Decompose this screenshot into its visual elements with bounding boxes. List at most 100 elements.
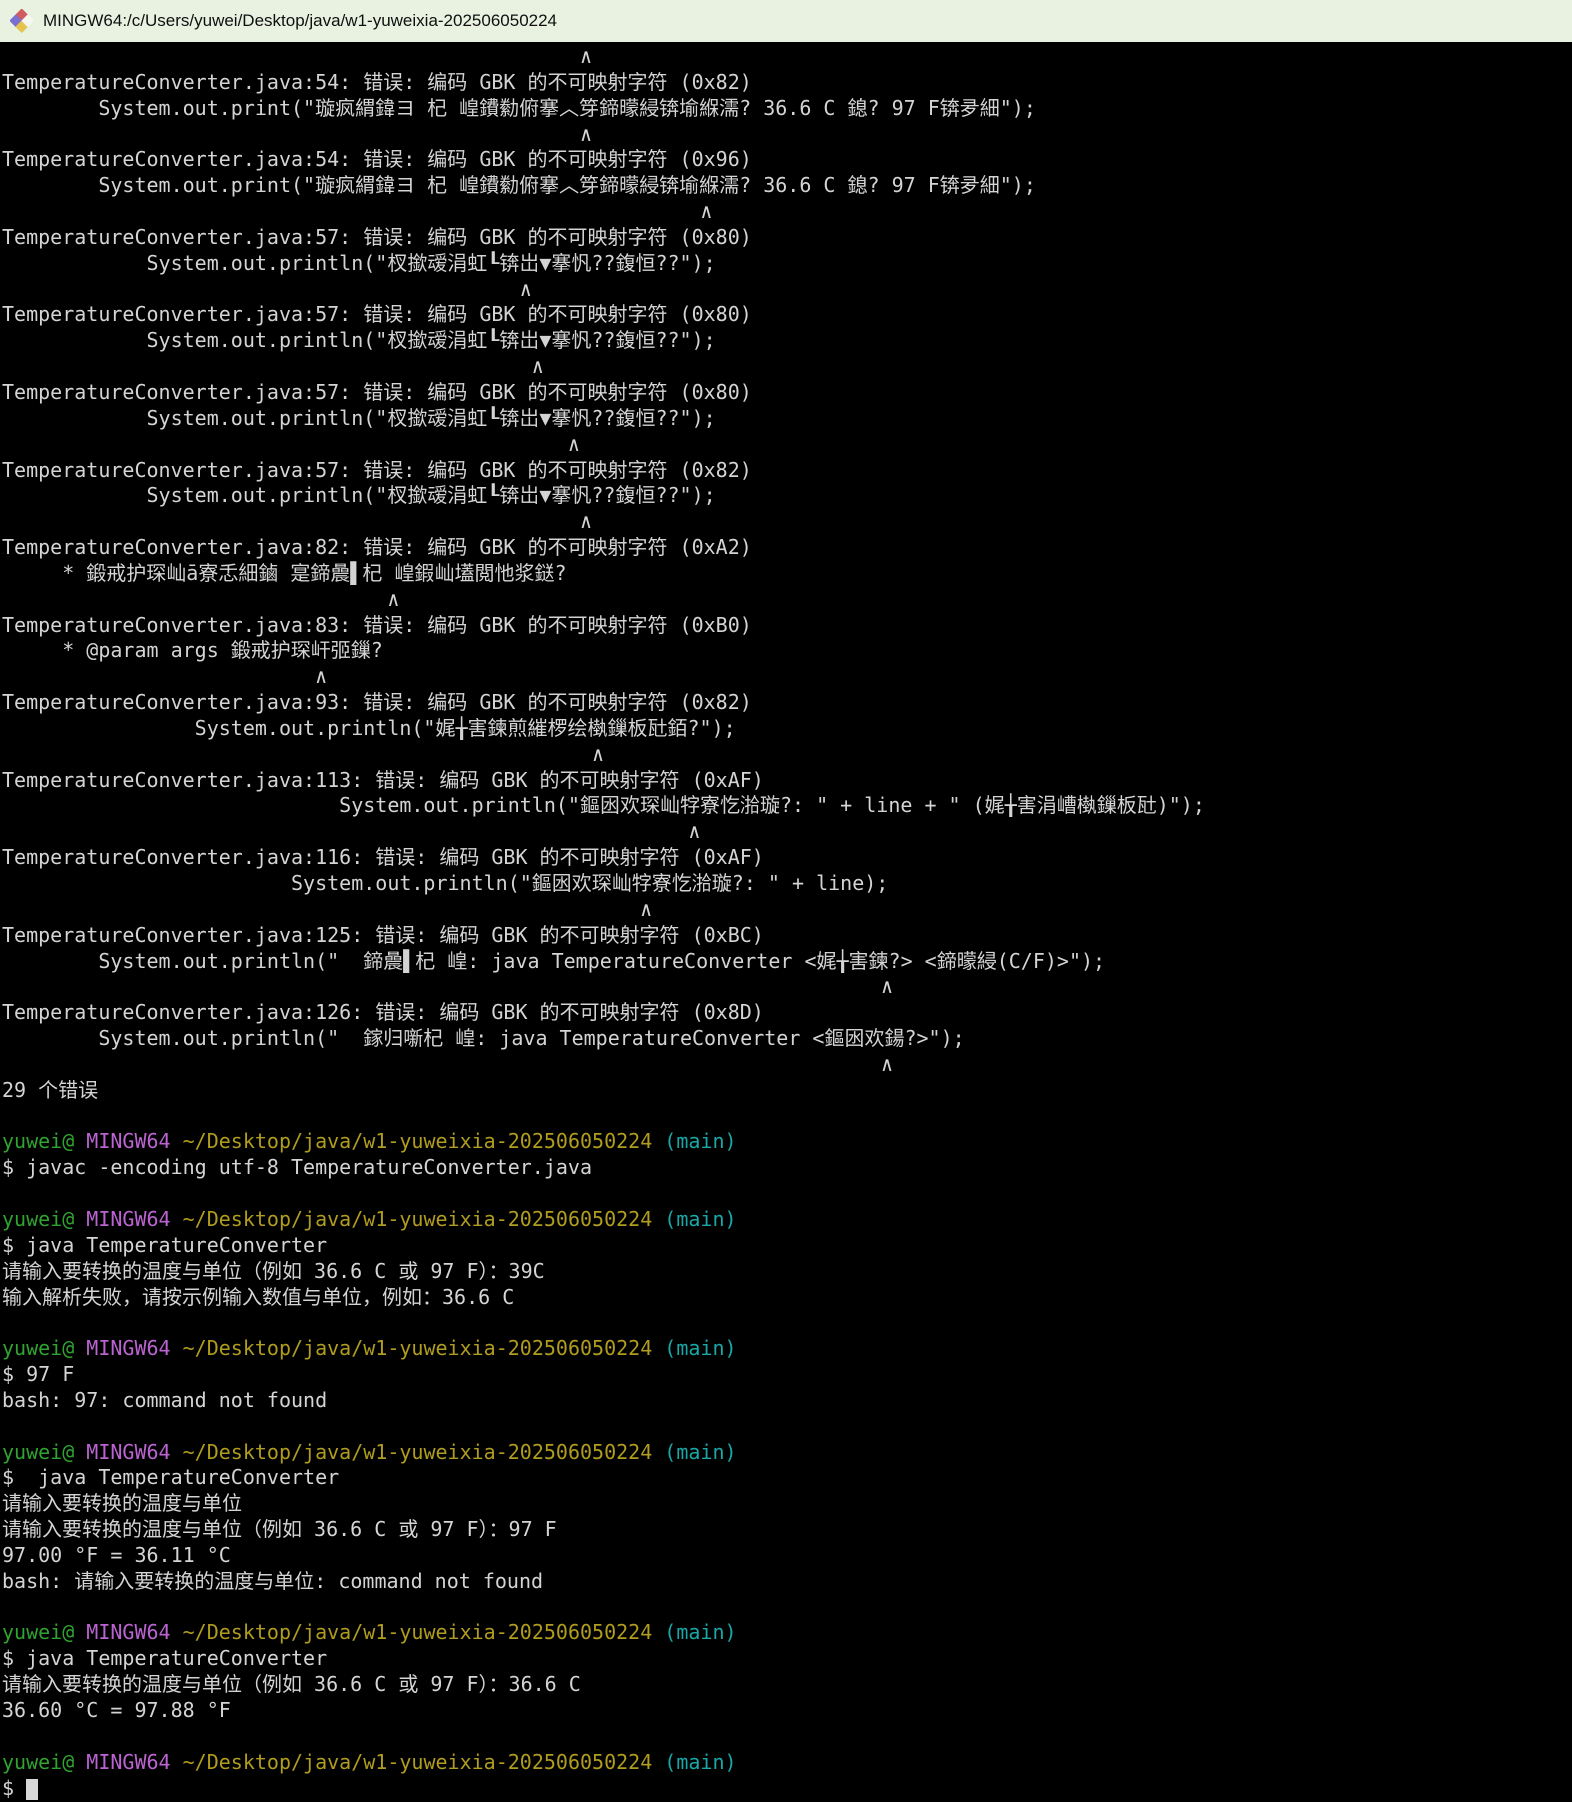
text-segment: [74, 1750, 86, 1774]
text-segment: [74, 1129, 86, 1153]
text-segment: System.out.println("娓╁害鍊煎繀椤绘槸鏁板瓧銆?");: [2, 716, 736, 740]
text-segment: [171, 1750, 183, 1774]
caret-line: ∧: [2, 897, 1572, 923]
prompt-line: yuwei@ MINGW64 ~/Desktop/java/w1-yuweixi…: [2, 1129, 1572, 1155]
error-header: TemperatureConverter.java:57: 错误: 编码 GBK…: [2, 458, 1572, 484]
text-segment: 请输入要转换的温度与单位（例如 36.6 C 或 97 F）：97 F: [2, 1517, 557, 1541]
error-header: TemperatureConverter.java:93: 错误: 编码 GBK…: [2, 690, 1572, 716]
text-segment: 36.60 °C = 97.88 °F: [2, 1698, 231, 1722]
error-header: TemperatureConverter.java:83: 错误: 编码 GBK…: [2, 613, 1572, 639]
text-segment: yuwei@: [2, 1750, 74, 1774]
caret-line: ∧: [2, 819, 1572, 845]
text-segment: $ 97 F: [2, 1362, 74, 1386]
source-line: System.out.print("璇疯緭鍏ヨ 杞 崲鐨勬俯搴︿笌鍗曚綅锛堬緥濡…: [2, 173, 1572, 199]
text-segment: ∧: [2, 587, 399, 611]
blank-line: [2, 1595, 1572, 1621]
text-segment: System.out.print("璇疯緭鍏ヨ 杞 崲鐨勬俯搴︿笌鍗曚綅锛堬緥濡…: [2, 173, 1036, 197]
command-line: $ 97 F: [2, 1362, 1572, 1388]
source-line: System.out.print("璇疯緭鍏ヨ 杞 崲鐨勬俯搴︿笌鍗曚綅锛堬緥濡…: [2, 96, 1572, 122]
text-segment: yuwei@: [2, 1129, 74, 1153]
blank-line: [2, 1414, 1572, 1440]
caret-line: ∧: [2, 974, 1572, 1000]
text-segment: yuwei@: [2, 1440, 74, 1464]
text-segment: (main): [664, 1336, 736, 1360]
output-line: 36.60 °C = 97.88 °F: [2, 1698, 1572, 1724]
text-segment: ~/Desktop/java/w1-yuweixia-202506050224: [183, 1750, 653, 1774]
text-segment: [171, 1336, 183, 1360]
error-header: TemperatureConverter.java:57: 错误: 编码 GBK…: [2, 225, 1572, 251]
text-segment: TemperatureConverter.java:83: 错误: 编码 GBK…: [2, 613, 752, 637]
text-segment: ∧: [2, 819, 700, 843]
text-segment: (main): [664, 1620, 736, 1644]
text-segment: TemperatureConverter.java:93: 错误: 编码 GBK…: [2, 690, 752, 714]
text-segment: ∧: [2, 664, 327, 688]
terminal-cursor: [26, 1779, 38, 1800]
source-line: * 鍛戒护琛屾ā寮忎細鏀 寔鍗曟▌杞 崲鍜屾壒閲忚浆鎹?: [2, 561, 1572, 587]
text-segment: [652, 1336, 664, 1360]
text-segment: ∧: [2, 354, 544, 378]
blank-line: [2, 1181, 1572, 1207]
text-segment: (main): [664, 1440, 736, 1464]
text-segment: 输入解析失败，请按示例输入数值与单位，例如：36.6 C: [2, 1285, 514, 1309]
text-segment: TemperatureConverter.java:57: 错误: 编码 GBK…: [2, 302, 752, 326]
window-titlebar[interactable]: MINGW64:/c/Users/yuwei/Desktop/java/w1-y…: [0, 0, 1572, 42]
error-header: TemperatureConverter.java:116: 错误: 编码 GB…: [2, 845, 1572, 871]
output-line: 请输入要转换的温度与单位（例如 36.6 C 或 97 F）：36.6 C: [2, 1672, 1572, 1698]
error-header: TemperatureConverter.java:57: 错误: 编码 GBK…: [2, 302, 1572, 328]
text-segment: TemperatureConverter.java:82: 错误: 编码 GBK…: [2, 535, 752, 559]
command-line: $ java TemperatureConverter: [2, 1233, 1572, 1259]
text-segment: bash: 请输入要转换的温度与单位: command not found: [2, 1569, 543, 1593]
text-segment: ∧: [2, 199, 712, 223]
blank-line: [2, 1310, 1572, 1336]
text-segment: MINGW64: [86, 1620, 170, 1644]
text-segment: TemperatureConverter.java:54: 错误: 编码 GBK…: [2, 70, 752, 94]
text-segment: System.out.println("杈撳叆涓虹┖锛岀▼搴忛??鍑恒??");: [2, 406, 716, 430]
text-segment: ∧: [2, 974, 893, 998]
source-line: System.out.println("杈撳叆涓虹┖锛岀▼搴忛??鍑恒??");: [2, 251, 1572, 277]
text-segment: [652, 1620, 664, 1644]
text-segment: ~/Desktop/java/w1-yuweixia-202506050224: [183, 1336, 653, 1360]
prompt-line: yuwei@ MINGW64 ~/Desktop/java/w1-yuweixi…: [2, 1440, 1572, 1466]
text-segment: TemperatureConverter.java:116: 错误: 编码 GB…: [2, 845, 764, 869]
text-segment: $ java TemperatureConverter: [2, 1233, 327, 1257]
text-segment: 请输入要转换的温度与单位（例如 36.6 C 或 97 F）：36.6 C: [2, 1672, 581, 1696]
text-segment: ~/Desktop/java/w1-yuweixia-202506050224: [183, 1129, 653, 1153]
text-segment: MINGW64: [86, 1750, 170, 1774]
text-segment: $ javac -encoding utf-8 TemperatureConve…: [2, 1155, 592, 1179]
text-segment: (main): [664, 1207, 736, 1231]
text-segment: ∧: [2, 897, 652, 921]
text-segment: * @param args 鍛戒护琛屽弬鏁?: [2, 638, 383, 662]
prompt-line: yuwei@ MINGW64 ~/Desktop/java/w1-yuweixi…: [2, 1207, 1572, 1233]
text-segment: 请输入要转换的温度与单位（例如 36.6 C 或 97 F）：39C: [2, 1259, 545, 1283]
text-segment: ∧: [2, 432, 580, 456]
source-line: System.out.println(" 鍗曟▌杞 崲: java Temper…: [2, 949, 1572, 975]
blank-line: [2, 1724, 1572, 1750]
text-segment: [171, 1620, 183, 1644]
text-segment: [74, 1440, 86, 1464]
text-segment: System.out.println("鏂囦欢琛屾牸寮忔湁璇?: " + lin…: [2, 871, 888, 895]
command-line: $ java TemperatureConverter: [2, 1465, 1572, 1491]
caret-line: ∧: [2, 742, 1572, 768]
text-segment: ~/Desktop/java/w1-yuweixia-202506050224: [183, 1620, 653, 1644]
source-line: System.out.println("杈撳叆涓虹┖锛岀▼搴忛??鍑恒??");: [2, 406, 1572, 432]
text-segment: [171, 1207, 183, 1231]
text-segment: [652, 1129, 664, 1153]
output-line: 输入解析失败，请按示例输入数值与单位，例如：36.6 C: [2, 1285, 1572, 1311]
text-segment: [652, 1750, 664, 1774]
blank-line: [2, 1104, 1572, 1130]
text-segment: System.out.println("杈撳叆涓虹┖锛岀▼搴忛??鍑恒??");: [2, 251, 716, 275]
source-line: * @param args 鍛戒护琛屽弬鏁?: [2, 638, 1572, 664]
output-line: 请输入要转换的温度与单位（例如 36.6 C 或 97 F）：97 F: [2, 1517, 1572, 1543]
error-header: TemperatureConverter.java:113: 错误: 编码 GB…: [2, 768, 1572, 794]
output-line: 请输入要转换的温度与单位（例如 36.6 C 或 97 F）：39C: [2, 1259, 1572, 1285]
text-segment: System.out.print("璇疯緭鍏ヨ 杞 崲鐨勬俯搴︿笌鍗曚綅锛堬緥濡…: [2, 96, 1036, 120]
prompt-line: yuwei@ MINGW64 ~/Desktop/java/w1-yuweixi…: [2, 1336, 1572, 1362]
caret-line: ∧: [2, 354, 1572, 380]
text-segment: $ java TemperatureConverter: [2, 1646, 327, 1670]
terminal-screen[interactable]: ∧ TemperatureConverter.java:54: 错误: 编码 GB…: [0, 42, 1572, 1801]
output-line: 97.00 °F = 36.11 °C: [2, 1543, 1572, 1569]
caret-line: ∧: [2, 509, 1572, 535]
source-line: System.out.println("鏂囦欢琛屾牸寮忔湁璇?: " + lin…: [2, 871, 1572, 897]
msys2-icon[interactable]: [10, 9, 34, 33]
cursor-line: $: [2, 1776, 1572, 1802]
